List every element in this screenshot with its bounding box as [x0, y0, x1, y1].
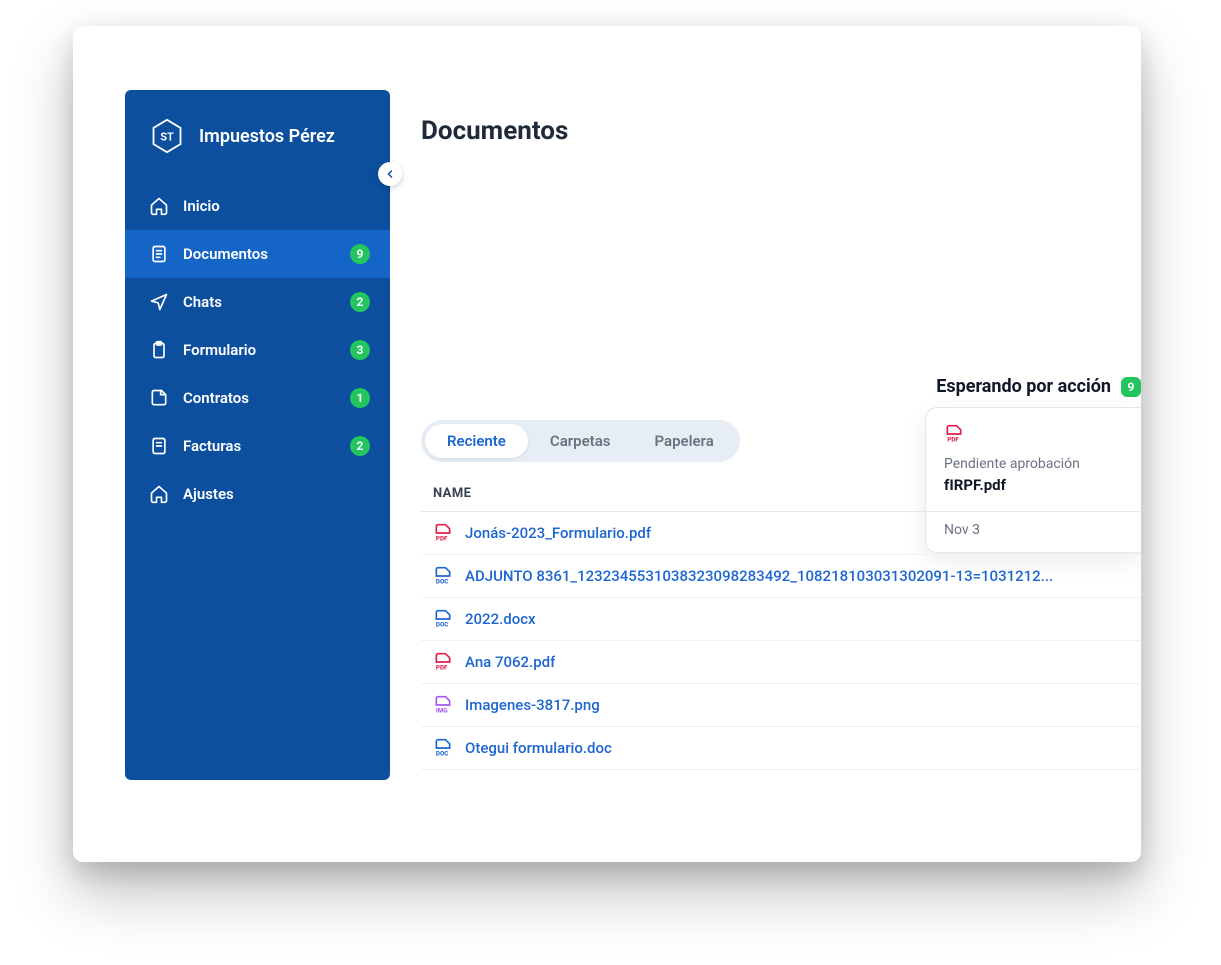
svg-text:PDF: PDF [947, 436, 959, 444]
file-name: 2022.docx [465, 610, 536, 628]
sidebar-item-contratos[interactable]: Contratos 1 [125, 374, 390, 422]
sidebar-item-label: Facturas [183, 437, 336, 455]
chevron-left-icon [384, 168, 396, 180]
sidebar-item-badge: 9 [350, 244, 370, 264]
svg-text:DOC: DOC [436, 621, 448, 629]
file-name: ADJUNTO 8361_123234553103832309828​3492_… [465, 567, 1053, 585]
sidebar-item-ajustes[interactable]: Ajustes [125, 470, 390, 518]
home-icon [149, 196, 169, 216]
file-img-icon: IMG [433, 695, 453, 715]
file-doc-icon: DOC [433, 609, 453, 629]
table-header: NAME [421, 472, 1141, 512]
file-pdf-icon: PDF [433, 523, 453, 543]
waiting-action-status: Pendiente aprobación [944, 456, 1123, 472]
sidebar-item-label: Inicio [183, 197, 370, 215]
file-pdf-icon: PDF [433, 652, 453, 672]
sidebar-item-label: Documentos [183, 245, 336, 263]
sidebar-nav: Inicio Documentos 9 Chats 2 Formulario 3 Contra… [125, 182, 390, 518]
sidebar-item-formulario[interactable]: Formulario 3 [125, 326, 390, 374]
file-name: Ana 7062.pdf [465, 653, 555, 671]
sidebar-item-badge: 3 [350, 340, 370, 360]
brand: ST Impuestos Pérez [125, 90, 390, 176]
table-row[interactable]: PDF Ana 7062.pdf [421, 641, 1141, 684]
table-row[interactable]: DOC Otegui formulario.doc [421, 727, 1141, 770]
page-title: Documentos [421, 116, 1141, 146]
sidebar-item-chats[interactable]: Chats 2 [125, 278, 390, 326]
home-icon [149, 484, 169, 504]
table-row[interactable]: PDF Jonás-2023_Formulario.pdf [421, 512, 1141, 555]
table-row[interactable]: IMG Imagenes-3817.png [421, 684, 1141, 727]
file-doc-icon: DOC [433, 566, 453, 586]
table-row[interactable]: DOC 2022.docx [421, 598, 1141, 641]
clipboard-icon [149, 340, 169, 360]
svg-text:IMG: IMG [436, 707, 448, 715]
sidebar-item-label: Contratos [183, 389, 336, 407]
sidebar-item-documentos[interactable]: Documentos 9 [125, 230, 390, 278]
sidebar-item-badge: 2 [350, 292, 370, 312]
sidebar-item-badge: 1 [350, 388, 370, 408]
tabs: RecienteCarpetasPapelera [421, 420, 740, 462]
send-icon [149, 292, 169, 312]
sidebar-item-inicio[interactable]: Inicio [125, 182, 390, 230]
svg-text:ST: ST [160, 131, 174, 144]
app-card: ST Impuestos Pérez Inicio Documentos 9 Chat… [73, 26, 1141, 862]
file-name: Jonás-2023_Formulario.pdf [465, 524, 651, 542]
svg-text:PDF: PDF [436, 664, 448, 672]
tab-carpetas[interactable]: Carpetas [528, 424, 633, 458]
document-icon [149, 244, 169, 264]
waiting-action-badge: 9 [1121, 377, 1141, 397]
sidebar-item-label: Formulario [183, 341, 336, 359]
waiting-action-title: Esperando por acción [936, 376, 1111, 397]
receipt-icon [149, 436, 169, 456]
file-doc-icon: DOC [433, 738, 453, 758]
table-row[interactable]: DOC ADJUNTO 8361_123234553103832309828​34… [421, 555, 1141, 598]
brand-logo-icon: ST [149, 118, 185, 154]
column-name: NAME [433, 486, 471, 501]
documents-table: NAME PDF Jonás-2023_Formulario.pdf DOC ADJU… [421, 472, 1141, 770]
brand-name: Impuestos Pérez [199, 126, 335, 147]
svg-text:DOC: DOC [436, 578, 448, 586]
pdf-icon: PDF [944, 424, 964, 444]
sidebar-item-facturas[interactable]: Facturas 2 [125, 422, 390, 470]
main-content: Documentos Esperando por acción 9 PDF Pe… [421, 116, 1141, 862]
file-name: Imagenes-3817.png [465, 696, 600, 714]
tab-papelera[interactable]: Papelera [632, 424, 735, 458]
file-save-icon [149, 388, 169, 408]
svg-text:PDF: PDF [436, 535, 448, 543]
sidebar-item-label: Chats [183, 293, 336, 311]
file-name: Otegui formulario.doc [465, 739, 612, 757]
sidebar-item-badge: 2 [350, 436, 370, 456]
sidebar-item-label: Ajustes [183, 485, 370, 503]
sidebar: ST Impuestos Pérez Inicio Documentos 9 Chat… [125, 90, 390, 780]
tab-reciente[interactable]: Reciente [425, 424, 528, 458]
svg-text:DOC: DOC [436, 750, 448, 758]
